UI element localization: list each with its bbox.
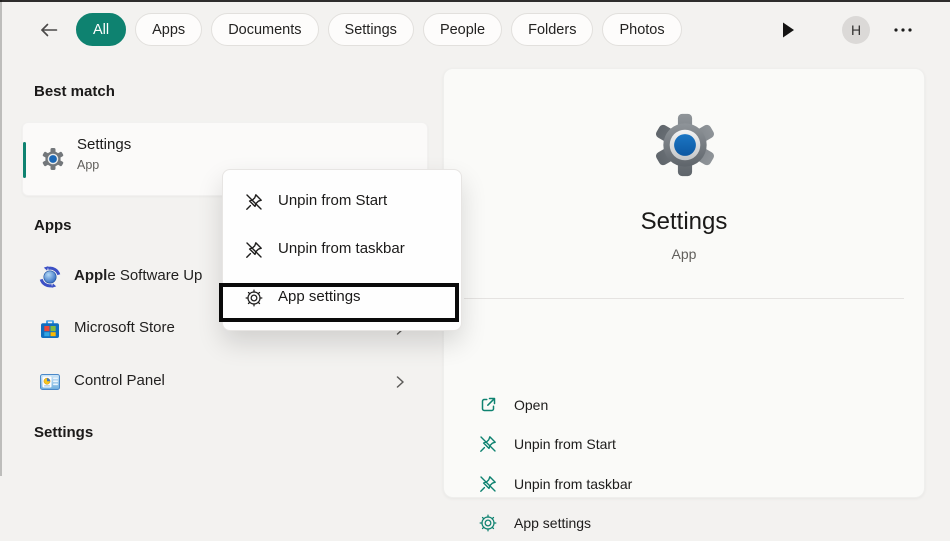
context-menu: Unpin from Start Unpin from taskbar App …: [222, 169, 462, 331]
more-options-button[interactable]: [891, 24, 915, 36]
window-top-border: [0, 0, 950, 2]
user-avatar[interactable]: H: [842, 16, 870, 44]
apps-section-heading: Apps: [34, 217, 72, 234]
filter-pill-all[interactable]: All: [76, 13, 126, 46]
menu-item-label: Unpin from Start: [278, 192, 387, 209]
action-open[interactable]: Open: [444, 387, 924, 423]
filter-pill-settings[interactable]: Settings: [328, 13, 414, 46]
play-button[interactable]: [778, 20, 798, 40]
filter-pill-folders[interactable]: Folders: [511, 13, 593, 46]
microsoft-store-icon: [38, 317, 62, 341]
best-match-heading: Best match: [34, 83, 115, 100]
menu-item-label: App settings: [278, 288, 361, 305]
menu-item-app-settings[interactable]: App settings: [223, 274, 461, 322]
result-label: Control Panel: [74, 372, 165, 389]
action-label: Open: [514, 397, 548, 413]
open-external-icon: [478, 395, 498, 415]
menu-item-unpin-from-taskbar[interactable]: Unpin from taskbar: [223, 226, 461, 274]
ellipsis-icon: [893, 27, 913, 33]
window-left-border: [0, 0, 2, 476]
back-button[interactable]: [36, 18, 62, 42]
filter-pill-apps[interactable]: Apps: [135, 13, 202, 46]
preview-app-title: Settings: [444, 208, 924, 236]
filter-pill-people[interactable]: People: [423, 13, 502, 46]
result-control-panel[interactable]: Control Panel: [22, 358, 428, 406]
action-unpin-from-taskbar[interactable]: Unpin from taskbar: [444, 466, 924, 502]
apple-software-update-icon: [38, 265, 62, 289]
search-filter-pills: All Apps Documents Settings People Folde…: [76, 13, 682, 46]
best-match-subtitle: App: [77, 158, 99, 172]
result-label: Apple Software Up: [74, 267, 202, 284]
control-panel-icon: [38, 370, 62, 394]
filter-pill-documents[interactable]: Documents: [211, 13, 318, 46]
chevron-right-icon[interactable]: [392, 374, 408, 390]
filter-pill-photos[interactable]: Photos: [602, 13, 681, 46]
unpin-icon: [244, 192, 264, 212]
settings-section-heading: Settings: [34, 424, 93, 441]
action-label: Unpin from Start: [514, 436, 616, 452]
rest-text: e Software Up: [107, 267, 202, 284]
unpin-icon: [244, 240, 264, 260]
action-unpin-from-start[interactable]: Unpin from Start: [444, 426, 924, 462]
settings-gear-icon: [41, 147, 65, 171]
rest-text: Control Panel: [74, 372, 165, 389]
settings-gear-icon-large: [651, 111, 719, 179]
menu-item-label: Unpin from taskbar: [278, 240, 405, 257]
menu-item-unpin-from-start[interactable]: Unpin from Start: [223, 178, 461, 226]
result-label: Microsoft Store: [74, 319, 175, 336]
arrow-left-icon: [38, 19, 60, 41]
gear-icon: [244, 288, 264, 308]
play-icon: [780, 21, 796, 39]
unpin-icon: [478, 434, 498, 454]
gear-icon: [478, 513, 498, 533]
unpin-icon: [478, 474, 498, 494]
preview-app-type: App: [444, 246, 924, 262]
selection-accent-bar: [23, 142, 26, 178]
rest-text: Microsoft Store: [74, 319, 175, 336]
best-match-title: Settings: [77, 136, 131, 153]
action-app-settings[interactable]: App settings: [444, 505, 924, 541]
preview-panel: Settings App Open Unpin from Start Unpi: [443, 68, 925, 498]
matched-text: Appl: [74, 267, 107, 284]
action-label: Unpin from taskbar: [514, 476, 632, 492]
divider: [464, 298, 904, 299]
action-label: App settings: [514, 515, 591, 531]
